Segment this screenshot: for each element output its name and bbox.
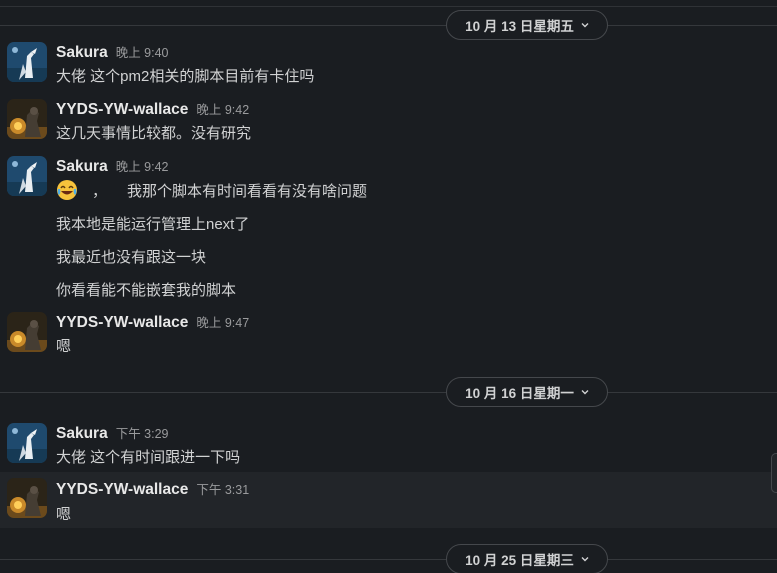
- wallace-avatar-icon: [7, 478, 47, 518]
- message-actions-handle[interactable]: [771, 453, 777, 493]
- author-name[interactable]: YYDS-YW-wallace: [56, 101, 188, 119]
- message[interactable]: YYDS-YW-wallace 下午 3:31 嗯: [0, 472, 777, 528]
- avatar[interactable]: [7, 156, 47, 196]
- date-label: 10 月 25 日星期三: [465, 553, 574, 568]
- date-jump-button[interactable]: 10 月 25 日星期三: [446, 544, 608, 573]
- date-jump-button[interactable]: 10 月 16 日星期一: [446, 377, 608, 407]
- timestamp[interactable]: 晚上 9:47: [196, 312, 249, 331]
- message[interactable]: Sakura 晚上 9:42 ， 我那个脚本有时间看看有没有啥问题 我本地是能运行…: [0, 154, 777, 304]
- message-text: 这几天事情比较都。没有研究: [56, 125, 252, 142]
- wallace-avatar-icon: [7, 312, 47, 352]
- author-name[interactable]: YYDS-YW-wallace: [56, 314, 188, 332]
- timestamp[interactable]: 下午 3:31: [196, 479, 249, 498]
- avatar[interactable]: [7, 312, 47, 352]
- avatar[interactable]: [7, 478, 47, 518]
- message[interactable]: YYDS-YW-wallace 晚上 9:47 嗯: [0, 310, 777, 366]
- date-divider: 10 月 25 日星期三: [0, 543, 777, 573]
- avatar[interactable]: [7, 423, 47, 463]
- timestamp[interactable]: 晚上 9:42: [116, 156, 169, 175]
- avatar[interactable]: [7, 42, 47, 82]
- author-name[interactable]: Sakura: [56, 425, 108, 443]
- message-text-with-emoji: ， 我那个脚本有时间看看有没有啥问题: [56, 179, 367, 201]
- message-text: 我那个脚本有时间看看有没有啥问题: [127, 183, 368, 200]
- avatar[interactable]: [7, 99, 47, 139]
- chevron-down-icon: [581, 390, 589, 395]
- date-divider: 10 月 13 日星期五: [0, 9, 777, 43]
- date-label: 10 月 16 日星期一: [465, 386, 574, 401]
- chevron-down-icon: [581, 23, 589, 28]
- author-name[interactable]: Sakura: [56, 44, 108, 62]
- joy-emoji-icon: [57, 180, 77, 200]
- sakura-avatar-icon: [7, 42, 47, 82]
- message-text: 你看看能不能嵌套我的脚本: [56, 282, 237, 299]
- date-jump-button[interactable]: 10 月 13 日星期五: [446, 10, 608, 40]
- top-border: [0, 6, 777, 7]
- message-text: 我本地是能运行管理上next了: [56, 216, 250, 233]
- chevron-down-icon: [581, 557, 589, 562]
- message[interactable]: YYDS-YW-wallace 晚上 9:42 这几天事情比较都。没有研究: [0, 97, 777, 153]
- timestamp[interactable]: 晚上 9:42: [196, 99, 249, 118]
- divider-line: [0, 392, 777, 393]
- timestamp[interactable]: 下午 3:29: [116, 423, 169, 442]
- message[interactable]: Sakura 下午 3:29 大佬 这个有时间跟进一下吗: [0, 421, 777, 471]
- message-text: 大佬 这个pm2相关的脚本目前有卡住吗: [56, 68, 315, 85]
- divider-line: [0, 25, 777, 26]
- date-divider: 10 月 16 日星期一: [0, 376, 777, 410]
- message-text: 嗯: [56, 506, 72, 523]
- timestamp[interactable]: 晚上 9:40: [116, 42, 169, 61]
- wallace-avatar-icon: [7, 99, 47, 139]
- date-label: 10 月 13 日星期五: [465, 19, 574, 34]
- sakura-avatar-icon: [7, 156, 47, 196]
- message[interactable]: Sakura 晚上 9:40 大佬 这个pm2相关的脚本目前有卡住吗: [0, 40, 777, 96]
- sakura-avatar-icon: [7, 423, 47, 463]
- message-text: 大佬 这个有时间跟进一下吗: [56, 449, 241, 466]
- message-text: 嗯: [56, 338, 72, 355]
- divider-line: [0, 559, 777, 560]
- author-name[interactable]: Sakura: [56, 158, 108, 176]
- author-name[interactable]: YYDS-YW-wallace: [56, 481, 188, 499]
- emoji-comma: ，: [92, 183, 108, 200]
- message-text: 我最近也没有跟这一块: [56, 249, 207, 266]
